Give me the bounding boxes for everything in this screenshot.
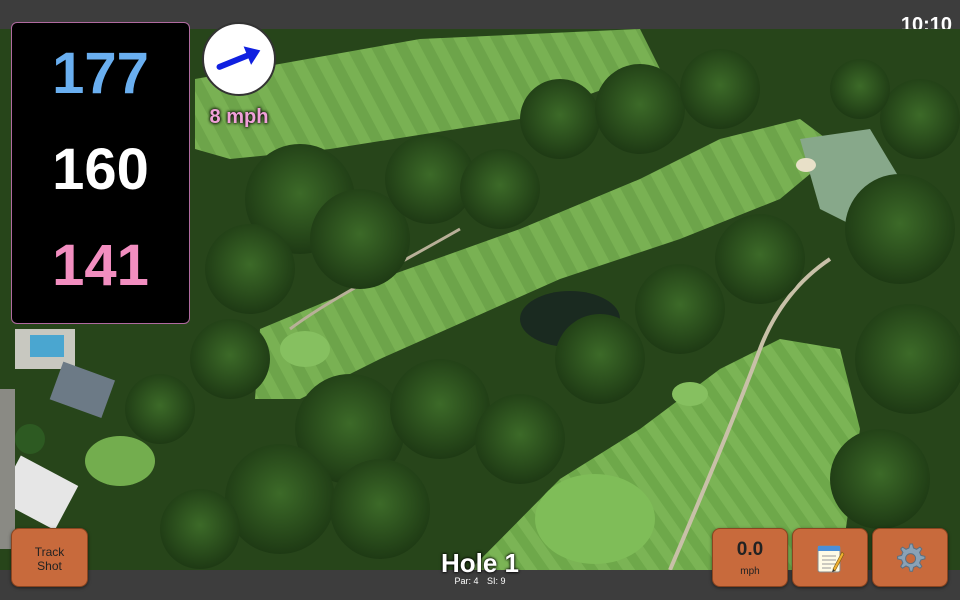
speed-value: 0.0	[736, 539, 764, 560]
gear-icon	[897, 543, 926, 572]
back-distance: 177	[52, 41, 149, 106]
notes-button[interactable]	[792, 528, 868, 587]
track-shot-button[interactable]: Track Shot	[11, 528, 88, 587]
speed-button[interactable]: 0.0 mph	[712, 528, 788, 587]
track-shot-label-line2: Shot	[37, 559, 62, 573]
speed-unit: mph	[740, 566, 760, 577]
track-shot-label: Track Shot	[12, 545, 87, 573]
distance-panel: 177 160 141	[11, 22, 190, 324]
arrow-right-up-icon	[216, 46, 261, 70]
hole-title: Hole 1	[440, 548, 520, 578]
wind-indicator	[202, 22, 276, 96]
notepad-icon	[817, 545, 845, 572]
wind-speed: 8 mph	[209, 106, 269, 128]
hole-par: Par: 4	[454, 576, 479, 586]
track-shot-label-line1: Track	[34, 545, 65, 559]
hole-info: Par: 4 SI: 9	[380, 576, 580, 586]
hole-stroke-index: SI: 9	[487, 576, 506, 586]
middle-distance: 160	[52, 137, 149, 202]
front-distance: 141	[52, 233, 149, 298]
settings-button[interactable]	[872, 528, 948, 587]
